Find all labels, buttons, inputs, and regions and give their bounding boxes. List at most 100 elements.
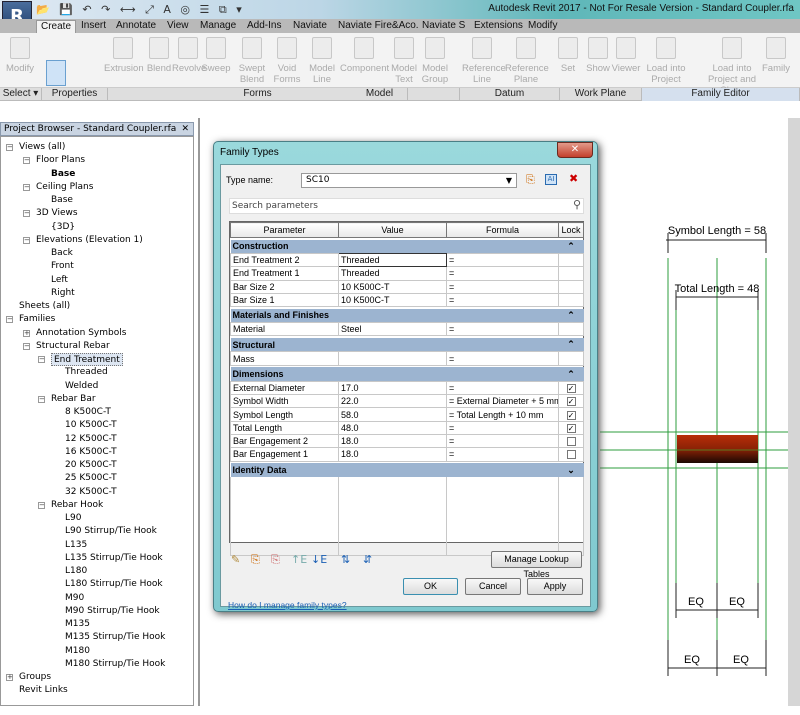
tree-item[interactable]: M135 Stirrup/Tie Hook — [65, 631, 165, 644]
parameter-row[interactable]: Total Length 48.0 = ✓ — [230, 420, 584, 435]
tree-item[interactable]: Base — [51, 168, 75, 181]
parameter-row[interactable]: Material Steel = — [230, 322, 584, 337]
expand-toggle[interactable]: + — [6, 674, 13, 681]
ribbon-button-blend[interactable]: Blend — [145, 33, 173, 74]
parameter-formula-input[interactable]: = — [446, 380, 559, 396]
tree-item[interactable]: Ceiling Plans — [36, 181, 93, 194]
sort-ascending-icon[interactable]: ⇅ — [341, 553, 350, 566]
group-header[interactable]: Structural ⌃ — [230, 337, 584, 352]
ok-button[interactable]: OK — [403, 578, 458, 595]
panel-family-editor[interactable]: Family Editor — [642, 88, 800, 101]
ribbon-button-swept-blend[interactable]: Swept Blend — [234, 33, 270, 85]
tree-item[interactable]: Back — [51, 247, 73, 260]
tab-naviate[interactable]: Naviate — [289, 20, 331, 33]
ribbon-button-model-group[interactable]: Model Group — [420, 33, 450, 85]
project-browser-tree[interactable]: − Views (all) − Floor Plans Base − Ceiling Pla… — [0, 136, 194, 706]
delete-parameter-icon[interactable]: ⎘ — [271, 553, 280, 567]
ribbon-button-viewer[interactable]: Viewer — [611, 33, 641, 74]
panel-select[interactable]: Select ▾ — [0, 88, 42, 101]
tree-item[interactable]: End Treatment — [51, 353, 123, 366]
lock-checkbox[interactable]: ✓ — [566, 410, 576, 420]
ribbon-button-load-into-project[interactable]: Load into Project — [644, 33, 688, 85]
expand-toggle[interactable]: − — [23, 157, 30, 165]
parameter-formula-input[interactable]: = — [446, 351, 559, 366]
total-length-dimension[interactable]: Total Length = 48 — [675, 283, 760, 295]
parameter-formula-input[interactable]: = — [446, 433, 559, 449]
move-up-icon[interactable]: ↑E — [291, 553, 307, 566]
parameter-formula-input[interactable]: = — [446, 279, 559, 294]
ribbon-button-void-forms[interactable]: Void Forms — [272, 33, 302, 85]
ribbon-button-sweep[interactable]: Sweep — [201, 33, 231, 74]
parameter-value-input[interactable]: 10 K500C-T — [338, 292, 447, 308]
parameter-value-input[interactable]: 18.0 — [338, 447, 447, 462]
expand-toggle[interactable]: − — [6, 316, 13, 324]
tree-item[interactable]: Views (all) — [19, 141, 65, 154]
expand-toggle[interactable]: − — [38, 501, 45, 509]
tree-item[interactable]: Rebar Bar — [51, 393, 96, 406]
tree-item[interactable]: Groups — [19, 671, 51, 684]
expand-toggle[interactable]: + — [23, 329, 30, 337]
parameter-formula-input[interactable]: = — [446, 447, 559, 462]
tree-item[interactable]: Welded — [65, 380, 98, 393]
ribbon-button-extrusion[interactable]: Extrusion — [104, 33, 144, 74]
parameter-value-input[interactable] — [338, 351, 447, 366]
ribbon-button-show[interactable]: Show — [584, 33, 612, 74]
tab-naviate-s[interactable]: Naviate S — [418, 20, 469, 33]
parameter-value-input[interactable]: Steel — [338, 322, 447, 337]
tree-item[interactable]: Base — [51, 194, 73, 207]
ribbon-button-reference-plane[interactable]: Reference Plane — [505, 33, 549, 85]
parameter-formula-input[interactable]: = — [446, 420, 559, 435]
symbol-length-dimension[interactable]: Symbol Length = 58 — [668, 225, 766, 237]
column-header-lock[interactable]: Lock — [558, 222, 584, 238]
group-header[interactable]: Dimensions ⌃ — [230, 367, 584, 382]
new-type-icon[interactable]: ⎘ — [526, 173, 535, 187]
collapse-icon[interactable]: ⌃ — [558, 308, 584, 323]
expand-toggle[interactable]: − — [23, 342, 30, 350]
expand-toggle[interactable]: − — [23, 236, 30, 244]
tab-extensions[interactable]: Extensions — [470, 20, 527, 33]
coupler-body[interactable] — [677, 435, 758, 463]
expand-toggle[interactable]: − — [38, 395, 45, 403]
tree-item[interactable]: 25 K500C-T — [65, 472, 117, 485]
tree-item[interactable]: 16 K500C-T — [65, 446, 117, 459]
panel-datum[interactable]: Datum — [460, 88, 560, 101]
ribbon-button-modify[interactable]: Modify — [2, 33, 38, 74]
tree-item[interactable]: 3D Views — [36, 207, 78, 220]
expand-toggle[interactable]: − — [38, 356, 45, 363]
tree-item[interactable]: L180 Stirrup/Tie Hook — [65, 578, 163, 591]
tree-item[interactable]: 12 K500C-T — [65, 433, 117, 446]
parameter-row[interactable]: Bar Size 2 10 K500C-T = — [230, 279, 584, 294]
ribbon-button-component[interactable]: Component — [340, 33, 389, 74]
tab-naviate-fire-aco-[interactable]: Naviate Fire&Aco. — [334, 20, 423, 33]
parameter-formula-input[interactable]: = — [446, 292, 559, 308]
parameter-value-input[interactable]: 10 K500C-T — [338, 279, 447, 294]
tree-item[interactable]: Right — [51, 287, 75, 300]
ribbon-button-model-line[interactable]: Model Line — [307, 33, 337, 85]
panel-work-plane[interactable]: Work Plane — [560, 88, 642, 101]
lock-checkbox[interactable]: ✓ — [566, 397, 576, 407]
ribbon-button-revolve[interactable]: Revolve — [172, 33, 206, 74]
dialog-close-button[interactable]: ✕ — [557, 142, 593, 158]
tab-manage[interactable]: Manage — [196, 20, 240, 33]
tree-item[interactable]: {3D} — [51, 221, 75, 234]
collapse-icon[interactable]: ⌃ — [558, 367, 584, 382]
tree-item[interactable]: Annotation Symbols — [36, 327, 126, 340]
parameter-row[interactable]: Mass = — [230, 351, 584, 366]
tree-item[interactable]: Floor Plans — [36, 154, 85, 167]
parameter-formula-input[interactable]: = Total Length + 10 mm — [446, 407, 559, 422]
parameter-value-input[interactable]: 22.0 — [338, 394, 447, 409]
new-parameter-icon[interactable]: ⎘ — [251, 553, 260, 567]
ribbon-button-set[interactable]: Set — [556, 33, 580, 74]
tree-item[interactable]: 20 K500C-T — [65, 459, 117, 472]
ribbon-button-model-text[interactable]: Model Text — [390, 33, 418, 85]
tree-item[interactable]: Threaded — [65, 366, 108, 379]
ribbon-button-family[interactable]: Family — [756, 33, 796, 74]
lock-checkbox[interactable] — [566, 450, 576, 460]
properties-button[interactable] — [46, 60, 66, 86]
close-icon[interactable]: ✕ — [181, 123, 189, 135]
search-parameters-input[interactable]: Search parameters ⚲ — [229, 198, 584, 214]
parameter-value-input[interactable]: 48.0 — [338, 420, 447, 435]
parameter-row[interactable]: Bar Engagement 1 18.0 = — [230, 447, 584, 462]
group-header[interactable]: Construction ⌃ — [230, 239, 584, 254]
column-header-value[interactable]: Value — [338, 222, 447, 238]
